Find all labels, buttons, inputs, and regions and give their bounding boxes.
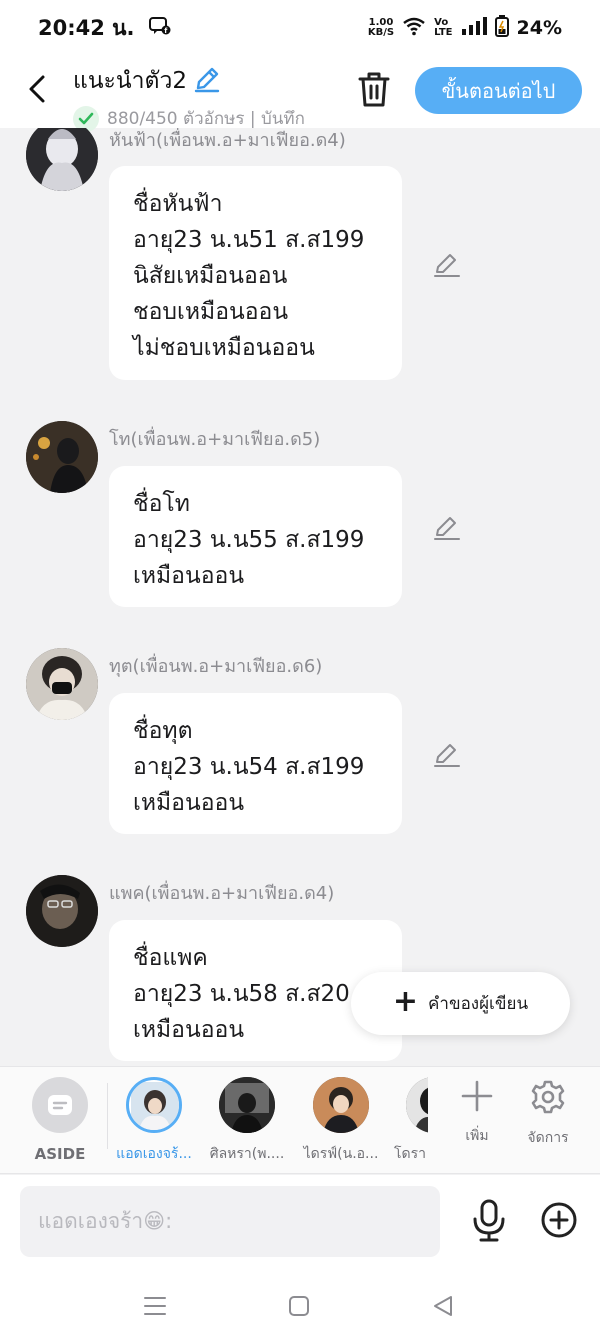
character-item[interactable]: แอดเองจร้... — [114, 1077, 194, 1165]
sender-name: แพค(เพื่อนพ.อ+มาเฟียอ.ด4) — [109, 883, 335, 904]
system-nav-bar — [0, 1271, 600, 1343]
pencil-icon — [194, 67, 220, 93]
message-line: ชอบเหมือนออน — [133, 299, 289, 325]
add-character-button[interactable]: เพิ่ม — [442, 1079, 512, 1147]
message-line: เหมือนออน — [133, 563, 245, 589]
status-bar: 20:42 น. f 1.00 KB/S Vo LTE 24% — [0, 0, 600, 56]
character-name: แอดเองจร้... — [116, 1146, 192, 1162]
edit-icon — [434, 254, 460, 277]
chat-area[interactable]: หันฟ้า(เพื่อนพ.อ+มาเฟียอ.ด4) ชื่อหันฟ้า … — [0, 128, 600, 1066]
edit-icon — [434, 517, 460, 540]
message-input[interactable]: แอดเองจร้า😁: — [20, 1186, 440, 1257]
character-name: ศิลหรา(พ.... — [209, 1146, 285, 1162]
gear-icon — [531, 1080, 565, 1114]
aside-icon — [32, 1077, 88, 1133]
menu-icon — [144, 1297, 166, 1315]
editor-header: แนะนำตัว2 880/450 ตัวอักษร | บันทึก ขั้น… — [0, 56, 600, 132]
message-line: อายุ23 น.น51 ส.ส199 — [133, 227, 365, 253]
title-block: แนะนำตัว2 880/450 ตัวอักษร | บันทึก — [73, 63, 305, 132]
character-item[interactable]: ศิลหรา(พ.... — [207, 1077, 287, 1165]
divider — [107, 1083, 108, 1149]
avatar[interactable] — [26, 648, 98, 720]
plus-icon: + — [392, 984, 419, 1019]
mic-icon — [473, 1199, 505, 1242]
aside-label: ASIDE — [34, 1145, 86, 1163]
home-square-icon — [289, 1296, 309, 1316]
back-triangle-icon — [434, 1296, 452, 1316]
signal-icon — [461, 16, 487, 41]
net-speed-unit: KB/S — [367, 27, 395, 38]
notification-app-icon: f — [148, 16, 171, 40]
message-line: เหมือนออน — [133, 790, 245, 816]
message-line: ชื่อแพค — [133, 945, 208, 971]
battery-percent: 24% — [516, 17, 562, 39]
back-arrow-icon — [29, 75, 45, 103]
system-back-button[interactable] — [430, 1293, 458, 1321]
trash-icon — [358, 72, 390, 107]
author-note-label: คำของผู้เขียน — [428, 994, 529, 1014]
edit-title-button[interactable] — [193, 65, 221, 97]
edit-message-button[interactable] — [432, 250, 462, 280]
avatar — [313, 1077, 369, 1133]
composer: แอดเองจร้า😁: — [0, 1175, 600, 1271]
message-line: ชื่อทุต — [133, 718, 193, 744]
avatar[interactable] — [26, 875, 98, 947]
avatar — [126, 1077, 182, 1133]
character-name: โดรา — [394, 1146, 426, 1162]
message-line: อายุ23 น.น54 ส.ส199 — [133, 754, 365, 780]
avatar[interactable] — [26, 128, 98, 191]
message-bubble[interactable]: ชื่อทุต อายุ23 น.น54 ส.ส199 เหมือนออน — [109, 693, 402, 834]
add-label: เพิ่ม — [465, 1128, 489, 1144]
character-bar: ASIDE แอดเองจร้... ศิลหรา(พ.... ไดรฟ์(น.… — [0, 1066, 600, 1174]
net-speed: 1.00 KB/S — [368, 18, 394, 38]
message-line: อายุ23 น.น58 ส.ส20 — [133, 981, 350, 1007]
message-line: ชื่อโท — [133, 491, 190, 517]
message-line: ชื่อหันฟ้า — [133, 191, 223, 217]
manage-characters-button[interactable]: จัดการ — [513, 1079, 583, 1149]
character-item[interactable]: ไดรฟ์(น.อ... — [301, 1077, 381, 1165]
avatar — [406, 1077, 428, 1133]
message-line: เหมือนออน — [133, 1017, 245, 1043]
wifi-icon — [402, 16, 426, 41]
message-bubble[interactable]: ชื่อโท อายุ23 น.น55 ส.ส199 เหมือนออน — [109, 466, 402, 607]
back-button[interactable] — [22, 72, 52, 106]
sender-name: ทุต(เพื่อนพ.อ+มาเฟียอ.ด6) — [109, 656, 323, 677]
add-attachment-button[interactable] — [540, 1201, 578, 1239]
sender-name: หันฟ้า(เพื่อนพ.อ+มาเฟียอ.ด4) — [109, 130, 346, 151]
sender-name: โท(เพื่อนพ.อ+มาเฟียอ.ด5) — [109, 429, 321, 450]
volte-indicator: Vo LTE — [434, 18, 452, 38]
message-line: นิสัยเหมือนออน — [133, 263, 288, 289]
voice-input-button[interactable] — [470, 1199, 508, 1243]
avatar[interactable] — [26, 421, 98, 493]
edit-message-button[interactable] — [432, 740, 462, 770]
character-name: ไดรฟ์(น.อ... — [303, 1146, 379, 1162]
page-title: แนะนำตัว2 — [73, 68, 188, 94]
manage-label: จัดการ — [527, 1130, 569, 1146]
message-line: ไม่ชอบเหมือนออน — [133, 335, 315, 361]
message-line: อายุ23 น.น55 ส.ส199 — [133, 527, 365, 553]
edit-message-button[interactable] — [432, 513, 462, 543]
volte-bottom: LTE — [434, 27, 453, 38]
plus-icon — [461, 1080, 493, 1112]
delete-button[interactable] — [356, 70, 392, 110]
home-button[interactable] — [286, 1293, 314, 1321]
recent-apps-button[interactable] — [142, 1293, 170, 1321]
author-note-button[interactable]: + คำของผู้เขียน — [351, 972, 570, 1035]
status-time: 20:42 น. — [38, 15, 135, 40]
next-step-button[interactable]: ขั้นตอนต่อไป — [415, 67, 582, 114]
aside-button[interactable]: ASIDE — [20, 1077, 100, 1163]
avatar — [219, 1077, 275, 1133]
add-circle-icon — [541, 1202, 577, 1238]
character-item[interactable]: โดรา — [380, 1077, 428, 1165]
battery-icon — [494, 14, 509, 42]
edit-icon — [434, 744, 460, 767]
message-bubble[interactable]: ชื่อหันฟ้า อายุ23 น.น51 ส.ส199 นิสัยเหมื… — [109, 166, 402, 380]
